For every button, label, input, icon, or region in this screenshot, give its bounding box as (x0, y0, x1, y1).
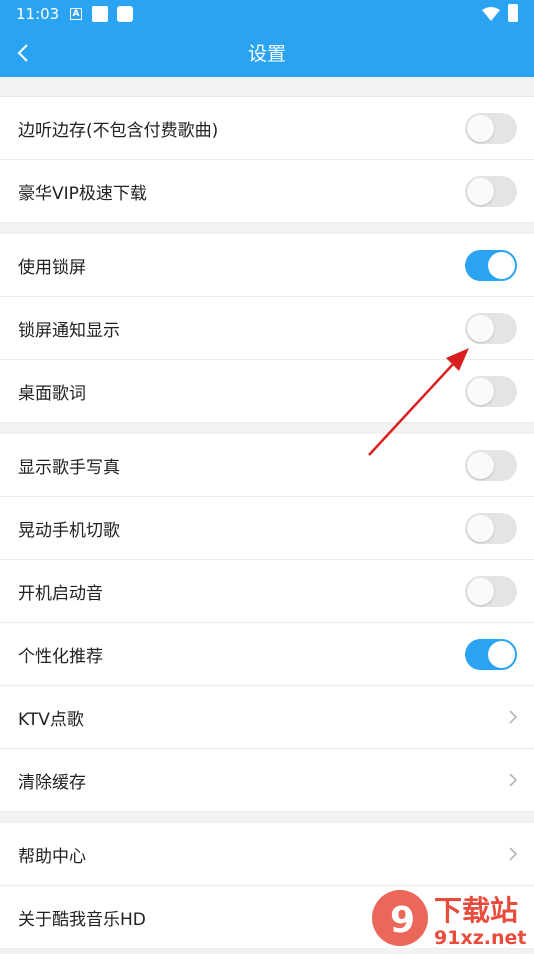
section-divider (0, 812, 534, 823)
toggle-knob (467, 515, 494, 542)
watermark-logo-text: 9 (390, 900, 415, 941)
notification-square-icon (117, 6, 133, 22)
toggle-switch[interactable] (465, 376, 517, 407)
settings-section: 使用锁屏锁屏通知显示 桌面歌词 (0, 234, 534, 423)
toggle-switch[interactable] (465, 450, 517, 481)
settings-row-label: 晃动手机切歌 (18, 521, 120, 541)
settings-row[interactable]: 显示歌手写真 (0, 434, 534, 497)
section-divider (0, 223, 534, 234)
settings-row-label: 开机启动音 (18, 584, 103, 604)
settings-list: 边听边存(不包含付费歌曲) 豪华VIP极速下载 使用锁屏锁屏通知显示 桌面歌词显示歌手… (0, 77, 534, 949)
wifi-icon (482, 7, 500, 21)
settings-row[interactable]: 帮助中心 (0, 823, 534, 886)
section-divider (0, 423, 534, 434)
toggle-knob (467, 578, 494, 605)
notification-square-icon (92, 6, 108, 22)
toggle-knob (467, 115, 494, 142)
settings-row-label: 桌面歌词 (18, 384, 86, 404)
toggle-switch[interactable] (465, 513, 517, 544)
settings-row[interactable]: 桌面歌词 (0, 360, 534, 423)
watermark: 9 下载站 91xz.net (370, 880, 534, 950)
settings-row[interactable]: 锁屏通知显示 (0, 297, 534, 360)
settings-section: 显示歌手写真 晃动手机切歌 开机启动音个性化推荐 KTV点歌清除缓存 (0, 434, 534, 812)
toggle-knob (488, 641, 515, 668)
settings-row-label: 个性化推荐 (18, 647, 103, 667)
settings-row[interactable]: 个性化推荐 (0, 623, 534, 686)
toggle-knob (467, 178, 494, 205)
settings-row[interactable]: 晃动手机切歌 (0, 497, 534, 560)
watermark-logo-icon: 9 下载站 91xz.net (372, 890, 526, 949)
app-bar: 设置 (0, 28, 534, 77)
toggle-knob (467, 452, 494, 479)
toggle-knob (488, 252, 515, 279)
section-divider (0, 77, 534, 97)
settings-row[interactable]: 开机启动音 (0, 560, 534, 623)
toggle-switch[interactable] (465, 250, 517, 281)
page-title: 设置 (247, 43, 286, 65)
battery-icon (508, 4, 518, 22)
settings-row-label: 锁屏通知显示 (18, 321, 120, 341)
chevron-right-icon (509, 847, 518, 861)
status-time: 11:03 (16, 5, 60, 23)
settings-row-label: 清除缓存 (18, 773, 86, 793)
settings-row-label: 显示歌手写真 (18, 458, 120, 478)
settings-row[interactable]: 清除缓存 (0, 749, 534, 812)
settings-row[interactable]: 使用锁屏 (0, 234, 534, 297)
a-icon: A (70, 8, 82, 20)
settings-row[interactable]: 豪华VIP极速下载 (0, 160, 534, 223)
toggle-switch[interactable] (465, 113, 517, 144)
toggle-switch[interactable] (465, 639, 517, 670)
toggle-knob (467, 315, 494, 342)
chevron-right-icon (509, 773, 518, 787)
toggle-knob (467, 378, 494, 405)
status-bar: 11:03 A (0, 0, 534, 28)
settings-row[interactable]: 边听边存(不包含付费歌曲) (0, 97, 534, 160)
settings-row-label: 豪华VIP极速下载 (18, 184, 147, 204)
settings-row-label: 边听边存(不包含付费歌曲) (18, 121, 219, 141)
toggle-switch[interactable] (465, 576, 517, 607)
settings-row-label: KTV点歌 (18, 710, 84, 730)
settings-row-label: 使用锁屏 (18, 258, 86, 278)
chevron-right-icon (509, 710, 518, 724)
watermark-site: 91xz.net (434, 927, 526, 949)
toggle-switch[interactable] (465, 313, 517, 344)
settings-row-label: 关于酷我音乐HD (18, 910, 146, 930)
toggle-switch[interactable] (465, 176, 517, 207)
settings-section: 边听边存(不包含付费歌曲) 豪华VIP极速下载 (0, 97, 534, 223)
settings-row-label: 帮助中心 (18, 847, 86, 867)
settings-row[interactable]: KTV点歌 (0, 686, 534, 749)
watermark-brand: 下载站 (434, 894, 518, 927)
